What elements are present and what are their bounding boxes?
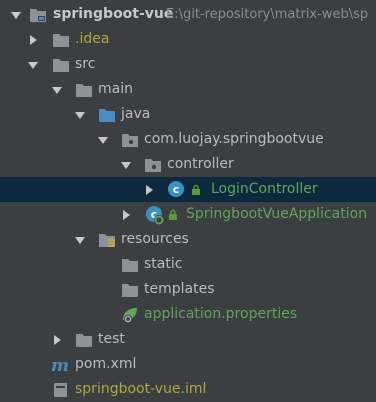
project-name: springboot-vue [53,6,174,22]
resources-folder-icon [98,232,116,248]
source-folder-icon [98,107,116,123]
expand-arrow-icon[interactable] [10,9,22,21]
tree-row-templates[interactable]: templates [0,277,376,302]
tree-row-resources[interactable]: resources [0,227,376,252]
collapse-arrow-icon[interactable] [143,184,155,196]
collapse-arrow-icon[interactable] [27,34,39,46]
tree-row-package[interactable]: com.luojay.springbootvue [0,127,376,152]
tree-row-java[interactable]: java [0,102,376,127]
tree-row-controller[interactable]: controller [0,152,376,177]
folder-label-main: main [98,81,133,97]
tree-row-src[interactable]: src [0,52,376,77]
folder-icon [121,257,139,273]
tree-row-springboot-vue-application[interactable]: c SpringbootVueApplication [0,202,376,227]
lock-icon [190,184,202,196]
lock-icon [167,209,179,221]
tree-row-project-root[interactable]: springboot-vue E:\git-repository\matrix-… [0,2,376,27]
expand-arrow-icon[interactable] [97,134,109,146]
class-label-springboot-vue-application: SpringbootVueApplication [186,206,368,222]
expand-arrow-icon[interactable] [51,84,63,96]
package-label: com.luojay.springbootvue [144,131,324,147]
tree-row-login-controller[interactable]: c LoginController [0,177,376,202]
folder-label-static: static [144,256,183,272]
properties-file-icon [120,305,140,325]
file-label-pom: pom.xml [75,356,137,372]
folder-icon [52,32,70,48]
file-label-iml: springboot-vue.iml [75,381,207,397]
package-label-controller: controller [167,156,234,172]
package-icon [121,132,139,148]
folder-icon [75,332,93,348]
class-label-login-controller: LoginController [211,181,318,197]
folder-label-idea: .idea [75,31,110,47]
expand-arrow-icon[interactable] [27,59,39,71]
collapse-arrow-icon[interactable] [51,334,63,346]
expand-arrow-icon[interactable] [120,159,132,171]
expand-arrow-icon[interactable] [74,234,86,246]
file-label-application-properties: application.properties [144,306,298,322]
tree-row-main[interactable]: main [0,77,376,102]
project-tree: springboot-vue E:\git-repository\matrix-… [0,0,376,397]
folder-label-resources: resources [121,231,189,247]
folder-label-templates: templates [144,281,215,297]
java-class-icon: c [167,180,187,200]
tree-row-idea[interactable]: .idea [0,27,376,52]
tree-row-pom[interactable]: m pom.xml [0,352,376,377]
project-path: E:\git-repository\matrix-web\sp [166,7,369,22]
folder-icon [75,82,93,98]
expand-arrow-icon[interactable] [74,109,86,121]
folder-label-src: src [75,56,96,72]
tree-row-iml[interactable]: springboot-vue.iml [0,377,376,402]
tree-row-static[interactable]: static [0,252,376,277]
tree-row-test[interactable]: test [0,327,376,352]
collapse-arrow-icon[interactable] [120,209,132,221]
folder-icon [52,57,70,73]
package-icon [144,157,162,173]
tree-row-application-properties[interactable]: application.properties [0,302,376,327]
maven-icon: m [51,356,71,376]
svg-text:m: m [51,356,69,374]
spring-boot-class-icon: c [144,204,166,226]
folder-icon [121,282,139,298]
svg-text:c: c [173,183,180,196]
module-file-icon [52,382,70,398]
folder-icon [29,7,47,23]
folder-label-java: java [121,106,151,122]
folder-label-test: test [98,331,125,347]
